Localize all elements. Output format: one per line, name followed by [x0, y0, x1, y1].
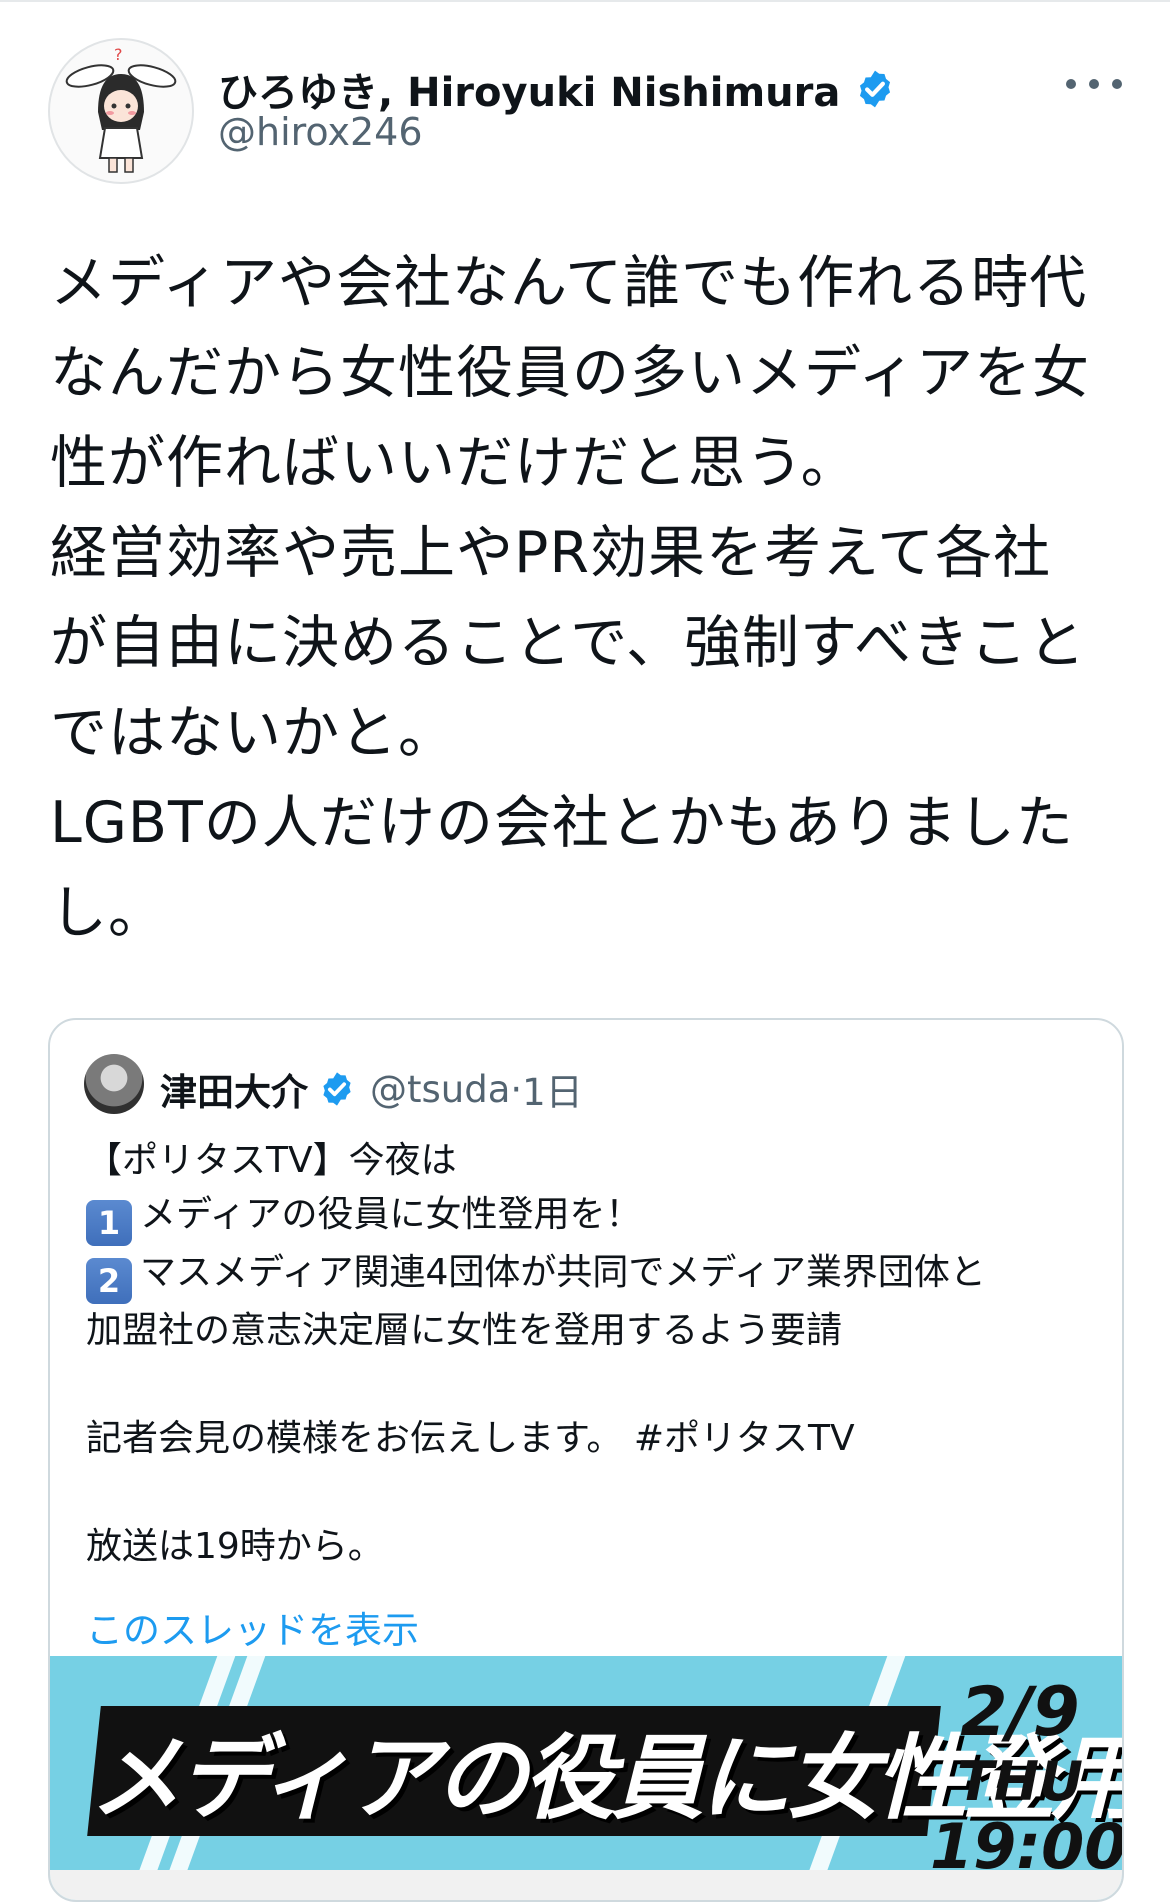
quoted-tweet-header: 津田大介 @tsuda · 1日	[160, 1062, 583, 1116]
more-options-icon[interactable]	[1066, 66, 1122, 102]
banner-bottom-strip	[50, 1870, 1122, 1900]
profile-avatar[interactable]: ?	[48, 38, 194, 184]
quoted-tweet-text: 【ポリタスTV】今夜は 1 メディアの役員に女性登用を！ 2 マスメディア関連4団体…	[86, 1134, 1096, 1574]
banner-date-block: 2/9 THU 19:00	[930, 1673, 1122, 1882]
banner-date: 2/9	[960, 1673, 1080, 1752]
quoted-tweet-card[interactable]: 津田大介 @tsuda · 1日 【ポリタスTV】今夜は 1 メディアの役員に女性…	[48, 1018, 1124, 1902]
tweet-text: メディアや会社なんて誰でも作れる時代 なんだから女性役員の多いメディアを女 性が…	[50, 250, 1091, 946]
quote-line-broadcast: 放送は19時から。	[86, 1526, 384, 1567]
more-dot	[1089, 79, 1099, 89]
keycap-one-icon: 1	[86, 1200, 132, 1246]
quoted-tweet-time: 1日	[522, 1071, 583, 1114]
quote-line-cont: 加盟社の意志決定層に女性を登用するよう要請	[86, 1310, 843, 1351]
keycap-two-icon: 2	[86, 1258, 132, 1304]
quoted-author-handle: @tsuda	[370, 1067, 511, 1111]
top-divider	[0, 0, 1170, 2]
avatar-illustration: ?	[65, 45, 177, 173]
show-thread-link[interactable]: このスレッドを表示	[86, 1600, 419, 1654]
quoted-author-name: 津田大介	[160, 1071, 308, 1114]
quoted-author-avatar	[84, 1054, 144, 1114]
more-dot	[1112, 79, 1122, 89]
quote-line-1: 【ポリタスTV】今夜は	[86, 1140, 457, 1181]
verified-badge-icon	[860, 70, 891, 108]
author-handle[interactable]: @hirox246	[218, 110, 423, 154]
banner-weekday: THU	[957, 1750, 1083, 1813]
quote-line-press: 記者会見の模様をお伝えします。 #ポリタスTV	[86, 1418, 855, 1459]
dot-separator: ·	[510, 1067, 523, 1111]
quote-item-1: メディアの役員に女性登用を！	[140, 1194, 642, 1235]
verified-badge-icon	[323, 1072, 351, 1106]
more-dot	[1066, 79, 1076, 89]
svg-text:?: ?	[114, 45, 123, 64]
quoted-tweet-image[interactable]: メディアの役員に女性登用を! 2/9 THU 19:00	[50, 1656, 1122, 1900]
quote-item-2: マスメディア関連4団体が共同でメディア業界団体と	[140, 1252, 986, 1293]
